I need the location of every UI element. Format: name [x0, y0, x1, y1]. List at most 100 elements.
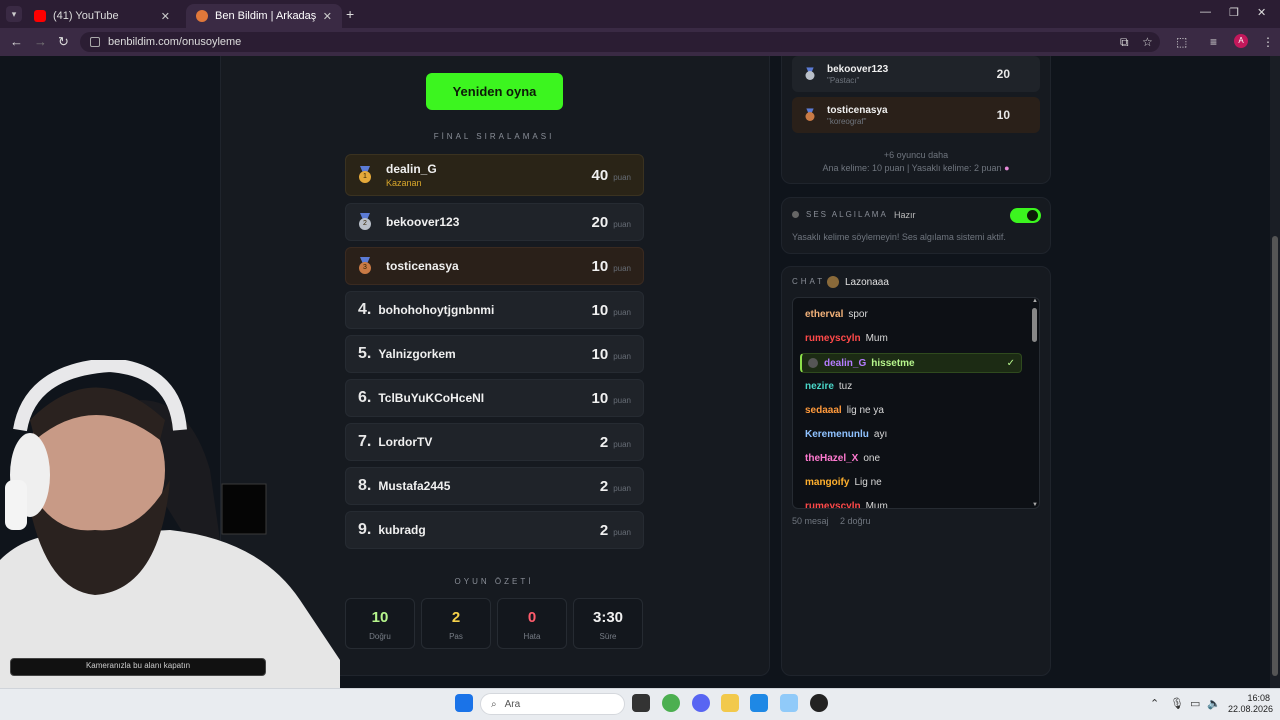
chat-user: rumeyscyln — [805, 333, 861, 344]
close-window-icon[interactable]: ✕ — [1257, 6, 1266, 19]
tab-search-icon[interactable]: ▾ — [6, 6, 22, 22]
voice-toggle[interactable] — [1010, 208, 1041, 223]
player-score: 10 — [591, 345, 609, 363]
voice-title: SES ALGILAMA — [806, 210, 888, 219]
address-bar[interactable]: benbildim.com/onusoyleme — [80, 32, 1160, 52]
silver-medal-icon: 2 — [358, 213, 372, 231]
rank-number: 7. — [358, 433, 372, 450]
voice-detection-panel — [781, 197, 1051, 254]
stat-pass: 2 Pas — [421, 598, 491, 649]
start-icon[interactable] — [455, 694, 473, 712]
restore-icon[interactable]: ❐ — [1229, 6, 1239, 19]
scoring-note: Ana kelime: 10 puan | Yasaklı kelime: 2 … — [792, 163, 1040, 173]
settings-gear-icon[interactable] — [780, 694, 798, 712]
chat-text: lig ne ya — [846, 405, 884, 416]
obs-icon[interactable] — [810, 694, 828, 712]
chat-user: theHazel_X — [805, 453, 859, 464]
game-summary-title: OYUN ÖZETİ — [454, 577, 534, 586]
player-name: bekoover123 — [386, 215, 460, 229]
extensions-icon[interactable]: ⬚ — [1176, 35, 1187, 49]
profile-avatar[interactable]: A — [1234, 34, 1248, 48]
menu-icon[interactable]: ⋮ — [1262, 35, 1274, 49]
tab-label: Ben Bildim | Arkadaşlarınla Onl — [215, 10, 317, 22]
player-score: 20 — [591, 213, 609, 231]
chat-text: ayı — [873, 429, 888, 440]
ranking-row: 4. bohohohoytjgnbnmi 10 puan — [345, 291, 644, 329]
media-control-icon[interactable]: ≡ — [1210, 35, 1217, 49]
store-icon[interactable] — [750, 694, 768, 712]
rank-number: 5. — [358, 345, 372, 362]
clock-time: 16:08 — [1247, 693, 1270, 703]
player-name: Yalnizgorkem — [378, 347, 456, 361]
chat-message: sedaaal lig ne ya — [805, 405, 884, 416]
chat-text: one — [863, 453, 881, 464]
player-score: 2 — [599, 521, 609, 539]
page-scrollbar[interactable] — [1270, 56, 1280, 688]
forward-icon[interactable]: → — [34, 34, 47, 49]
tray-chevron-icon[interactable]: ⌃ — [1150, 697, 1159, 710]
chat-text: Mum — [865, 501, 888, 509]
ranking-row: 7. LordorTV 2 puan — [345, 423, 644, 461]
chrome-icon[interactable] — [662, 694, 680, 712]
scroll-down-icon: ▼ — [1032, 502, 1038, 508]
stat-value: 10 — [371, 609, 389, 626]
new-tab-button[interactable]: + — [346, 6, 354, 22]
taskbar-search[interactable]: ⌕ Ara — [480, 693, 625, 715]
scrollbar-thumb[interactable] — [1272, 236, 1278, 676]
chat-text: spor — [848, 309, 868, 320]
volume-icon[interactable]: 🔈 — [1207, 697, 1221, 710]
reload-icon[interactable]: ↻ — [58, 34, 69, 50]
check-icon: ✓ — [1006, 357, 1015, 369]
stat-correct: 10 Doğru — [345, 598, 415, 649]
microphone-icon[interactable]: 🎙 — [1170, 697, 1184, 710]
site-info-icon[interactable] — [90, 37, 100, 47]
file-explorer-icon[interactable] — [721, 694, 739, 712]
tab-label: (41) YouTube — [53, 10, 119, 22]
replay-button[interactable]: Yeniden oyna — [426, 73, 563, 110]
system-clock[interactable]: 16:08 22.08.2026 — [1228, 693, 1273, 715]
chat-user: nezire — [805, 381, 834, 392]
discord-icon[interactable] — [692, 694, 710, 712]
chat-user: mangoify — [805, 477, 850, 488]
player-name: LordorTV — [378, 435, 433, 449]
chat-channel: Lazonaaa — [845, 277, 889, 288]
ranking-row: 9. kubradg 2 puan — [345, 511, 644, 549]
stat-label: Süre — [599, 632, 617, 641]
bronze-medal-icon: 3 — [358, 257, 372, 275]
chat-message: Keremenunlu ayı — [805, 429, 887, 440]
player-name: TclBuYuKCoHceNI — [378, 391, 485, 405]
chat-message: etherval spor — [805, 309, 868, 320]
back-icon[interactable]: ← — [10, 34, 23, 49]
chat-message: nezire tuz — [805, 381, 852, 392]
network-icon[interactable]: ▭ — [1190, 697, 1200, 710]
chat-messages[interactable]: etherval spor rumeyscyln Mum dealin_G hisse… — [792, 297, 1040, 509]
channel-avatar — [827, 276, 839, 288]
points-label: puan — [613, 528, 631, 537]
points-label: puan — [613, 440, 631, 449]
task-view-icon[interactable] — [632, 694, 650, 712]
final-ranking-title: FİNAL SIRALAMASI — [433, 132, 555, 141]
chat-scrollbar[interactable]: ▲ ▼ — [1030, 298, 1039, 508]
player-score: 10 — [591, 257, 609, 275]
webcam-caption: Kameranızla bu alanı kapatın — [10, 658, 266, 676]
leaderboard-row: tosticenasya "koreograf" 10 — [792, 97, 1040, 133]
close-tab-icon[interactable]: ✕ — [161, 10, 170, 23]
minimize-icon[interactable]: — — [1200, 6, 1211, 18]
chat-text: hissetme — [871, 357, 915, 369]
tab-youtube[interactable]: (41) YouTube ✕ — [24, 4, 180, 28]
install-app-icon[interactable]: ⧉ — [1120, 35, 1129, 50]
rank-number: 9. — [358, 521, 372, 538]
bookmark-star-icon[interactable]: ☆ — [1142, 35, 1153, 49]
close-tab-icon[interactable]: ✕ — [323, 10, 332, 23]
player-score: 10 — [996, 108, 1010, 122]
chat-text: tuz — [838, 381, 853, 392]
points-label: puan — [613, 264, 631, 273]
ranking-row: 8. Mustafa2445 2 puan — [345, 467, 644, 505]
stat-value: 3:30 — [592, 609, 624, 626]
tab-benbildim[interactable]: Ben Bildim | Arkadaşlarınla Onl ✕ — [186, 4, 342, 28]
points-label: puan — [613, 308, 631, 317]
player-role: "Pastacı" — [827, 75, 860, 85]
chat-title: CHAT — [792, 277, 826, 286]
player-score: 2 — [599, 433, 609, 451]
stat-value: 2 — [451, 609, 461, 626]
